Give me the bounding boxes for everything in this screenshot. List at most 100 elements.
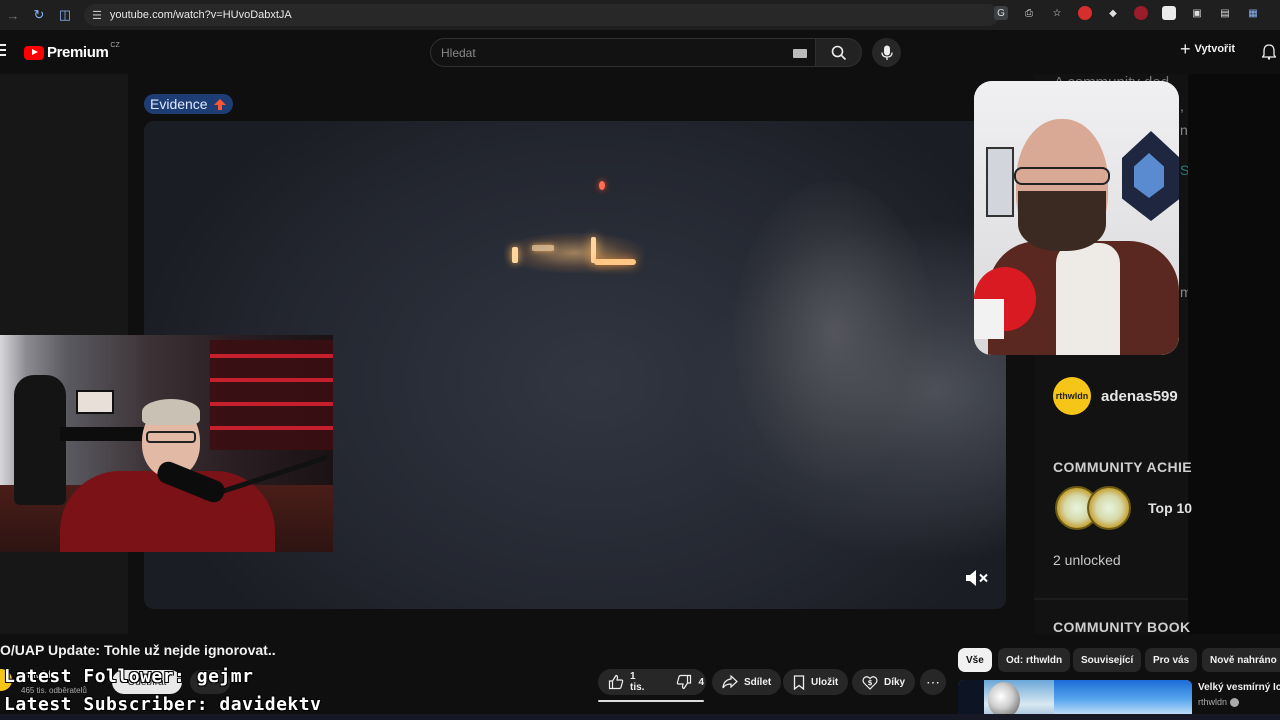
share-icon bbox=[722, 675, 738, 689]
save-button[interactable]: Uložit bbox=[783, 669, 849, 695]
avatar: rthwldn bbox=[1053, 377, 1091, 415]
video-frame-red-light bbox=[599, 181, 605, 190]
browser-extensions: G ⎙ ☆ ◆ ▣ ▤ ▦ bbox=[994, 6, 1260, 20]
webcam-chair bbox=[14, 375, 66, 505]
stream-latest-subscriber: Latest Subscriber: davidektv bbox=[4, 694, 322, 715]
thanks-heart-icon: $ bbox=[862, 675, 878, 690]
achievements-heading: COMMUNITY ACHIE bbox=[1053, 459, 1192, 475]
member-name: adenas599 bbox=[1101, 387, 1178, 405]
books-heading: COMMUNITY BOOK bbox=[1053, 619, 1191, 635]
create-button[interactable]: + Vytvořit bbox=[1180, 40, 1236, 58]
logo-country: CZ bbox=[110, 42, 120, 49]
search-button[interactable] bbox=[816, 38, 862, 67]
unlocked-count: 2 unlocked bbox=[1053, 552, 1121, 568]
address-bar[interactable]: ☰ youtube.com/watch?v=HUvoDabxtJA bbox=[84, 4, 999, 26]
voice-search-button[interactable] bbox=[872, 38, 901, 67]
bookmark-icon bbox=[793, 674, 805, 690]
bookmark-star-icon[interactable]: ☆ bbox=[1050, 6, 1064, 20]
youtube-logo[interactable]: Premium CZ bbox=[24, 42, 120, 61]
microphone-grille bbox=[974, 299, 1004, 339]
like-progress-line bbox=[598, 700, 704, 702]
community-member[interactable]: rthwldn adenas599 bbox=[1053, 377, 1178, 415]
url-text: youtube.com/watch?v=HUvoDabxtJA bbox=[109, 9, 292, 21]
extension-note-icon[interactable] bbox=[1162, 6, 1176, 20]
like-button[interactable]: 1 tis. bbox=[598, 669, 654, 695]
streamer-glasses bbox=[1014, 167, 1110, 185]
search-icon bbox=[831, 45, 846, 60]
right-page-area bbox=[1188, 74, 1280, 634]
chip-from-channel[interactable]: Od: rthwldn bbox=[998, 648, 1071, 672]
achievement-text: Top 10 bbox=[1148, 500, 1193, 516]
chip-recently-uploaded[interactable]: Nově nahráno bbox=[1202, 648, 1280, 672]
achievement-badges[interactable] bbox=[1055, 486, 1131, 530]
achievement-badge-icon bbox=[1087, 486, 1131, 530]
sidebar-toggle-icon[interactable]: ◫ bbox=[52, 0, 78, 30]
reload-icon[interactable]: ↻ bbox=[26, 0, 52, 30]
like-dislike-group: 1 tis. 4 bbox=[598, 669, 706, 695]
thanks-label: Díky bbox=[884, 676, 906, 688]
logo-text: Premium bbox=[47, 44, 109, 61]
share-button[interactable]: Sdílet bbox=[712, 669, 782, 695]
thumbs-down-icon bbox=[677, 674, 692, 690]
microphone-icon bbox=[880, 45, 893, 60]
panel-edge-text: m bbox=[1180, 284, 1188, 300]
save-label: Uložit bbox=[811, 676, 839, 688]
webcam-poster bbox=[986, 147, 1014, 217]
search-box bbox=[430, 38, 816, 67]
keyboard-icon[interactable] bbox=[793, 49, 807, 58]
recommended-video-title[interactable]: Velký vesmírný Ice bbox=[1198, 682, 1280, 693]
extension-badge-icon[interactable] bbox=[1134, 6, 1148, 20]
extension-red-icon[interactable] bbox=[1078, 6, 1092, 20]
thanks-button[interactable]: $ Díky bbox=[852, 669, 916, 695]
create-label: Vytvořit bbox=[1194, 43, 1236, 55]
video-frame-smoke bbox=[734, 181, 934, 481]
more-actions-icon[interactable]: ⋯ bbox=[920, 669, 946, 695]
taskbar bbox=[0, 714, 1280, 720]
streamer-glasses bbox=[146, 431, 196, 443]
evidence-label: Evidence bbox=[150, 96, 208, 112]
youtube-header: Premium CZ + Vytvořit bbox=[0, 30, 1280, 74]
panel-edge-text: S bbox=[1180, 162, 1188, 178]
panel-edge-text: , bbox=[1180, 98, 1184, 114]
dislike-count: 4 bbox=[698, 676, 705, 688]
streamer-hair bbox=[142, 399, 200, 425]
mute-button[interactable] bbox=[964, 566, 990, 590]
screen: → ↻ ◫ ☰ youtube.com/watch?v=HUvoDabxtJA … bbox=[0, 0, 1280, 720]
browser-toolbar: → ↻ ◫ ☰ youtube.com/watch?v=HUvoDabxtJA … bbox=[0, 0, 1280, 30]
site-settings-icon[interactable]: ☰ bbox=[92, 9, 102, 22]
extension-cast-icon[interactable]: ▣ bbox=[1190, 6, 1204, 20]
like-count: 1 tis. bbox=[630, 671, 645, 693]
video-frame-light bbox=[532, 245, 554, 251]
video-frame-light bbox=[594, 259, 636, 265]
chip-related[interactable]: Související bbox=[1073, 648, 1142, 672]
webcam-overlay-right bbox=[974, 81, 1179, 355]
extensions-puzzle-icon[interactable]: ▦ bbox=[1246, 6, 1260, 20]
webcam-streamer bbox=[60, 399, 328, 552]
recommended-video-channel[interactable]: rthwldn bbox=[1198, 697, 1240, 707]
thumbnail-astronaut bbox=[988, 682, 1020, 718]
video-title: O/UAP Update: Tohle už nejde ignorovat.. bbox=[0, 642, 276, 658]
dislike-button[interactable]: 4 bbox=[666, 669, 714, 695]
extension-shield-icon[interactable]: ◆ bbox=[1106, 6, 1120, 20]
streamer-beard bbox=[1018, 191, 1106, 251]
recommended-channel-name: rthwldn bbox=[1198, 697, 1228, 707]
menu-icon[interactable] bbox=[0, 44, 6, 56]
evidence-badge: Evidence bbox=[144, 94, 233, 114]
notifications-bell-icon[interactable] bbox=[1261, 44, 1277, 65]
install-app-icon[interactable]: ⎙ bbox=[1022, 6, 1036, 20]
streamer-shirt bbox=[1056, 243, 1120, 355]
forward-icon[interactable]: → bbox=[0, 0, 26, 30]
stream-latest-follower: Latest Follower: gejmr bbox=[4, 666, 254, 687]
chip-all[interactable]: Vše bbox=[958, 648, 992, 672]
verified-icon bbox=[1230, 697, 1240, 707]
translate-icon[interactable]: G bbox=[994, 6, 1008, 20]
webcam-overlay-left bbox=[0, 335, 333, 552]
svg-text:$: $ bbox=[868, 679, 873, 687]
volume-muted-icon bbox=[966, 570, 988, 586]
share-label: Sdílet bbox=[744, 676, 772, 688]
search-input[interactable] bbox=[441, 39, 781, 66]
extension-media-icon[interactable]: ▤ bbox=[1218, 6, 1232, 20]
thumbs-up-icon bbox=[608, 674, 624, 690]
youtube-play-icon bbox=[24, 45, 44, 60]
chip-for-you[interactable]: Pro vás bbox=[1145, 648, 1198, 672]
